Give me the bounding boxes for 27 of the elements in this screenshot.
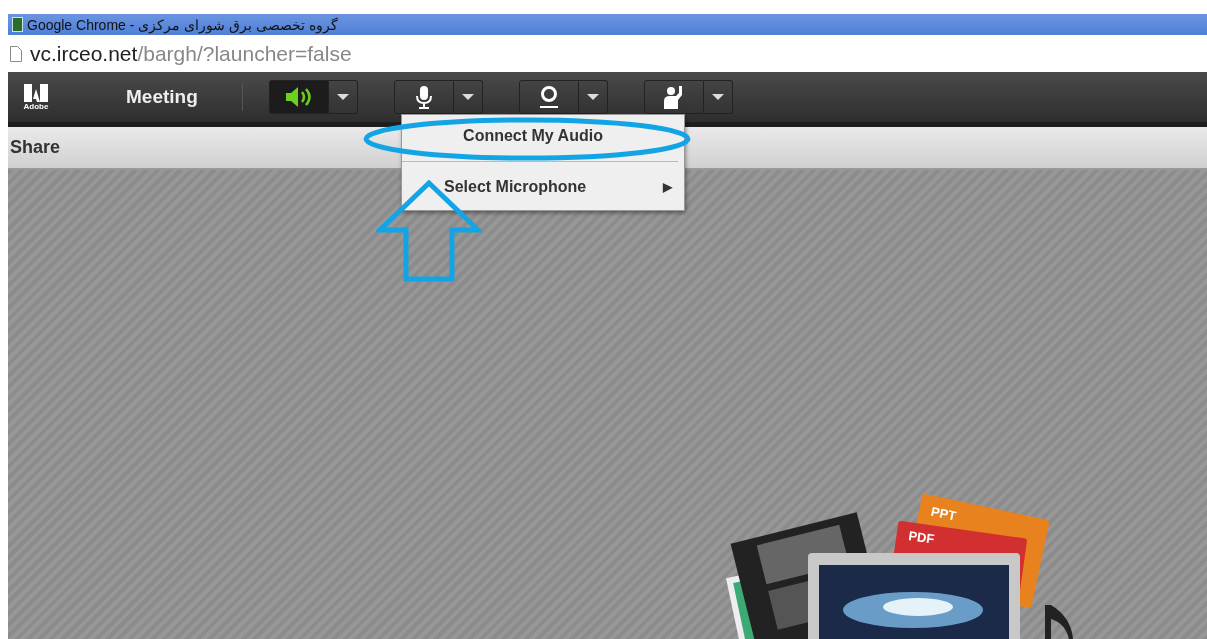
submenu-arrow: ▶ <box>663 180 672 194</box>
dropdown-button[interactable] <box>578 80 608 114</box>
caret-icon <box>336 94 349 100</box>
caret-icon <box>586 94 599 100</box>
pdf-label: PDF <box>907 528 936 547</box>
dropdown-button[interactable] <box>328 80 358 114</box>
camera-button[interactable] <box>518 80 579 114</box>
pod-title: Share <box>10 137 61 158</box>
caret-icon <box>461 94 474 100</box>
dropdown-button[interactable] <box>703 80 733 114</box>
speaker-icon <box>283 86 314 108</box>
microphone-button[interactable] <box>393 80 454 114</box>
caret-icon <box>711 94 724 100</box>
logo-text: Adobe <box>23 101 49 111</box>
ppt-label: PPT <box>929 503 958 524</box>
window-title: گروه تخصصی برق شورای مرکزی - Google Chrome <box>27 16 338 33</box>
logo-icon <box>24 83 48 102</box>
page-icon <box>10 45 22 62</box>
url-domain[interactable]: vc.irceo.net <box>30 41 138 66</box>
raise-hand-button[interactable] <box>643 80 704 114</box>
dropdown-button[interactable] <box>453 80 483 114</box>
menu-item[interactable]: Select Microphone ▶ <box>402 172 684 202</box>
meeting-menu[interactable]: Meeting <box>116 80 208 114</box>
speaker-button[interactable] <box>268 80 329 114</box>
microphone-icon <box>414 85 433 109</box>
app-icon <box>12 17 23 32</box>
url-path[interactable]: /bargh/?launcher=false <box>137 41 352 66</box>
